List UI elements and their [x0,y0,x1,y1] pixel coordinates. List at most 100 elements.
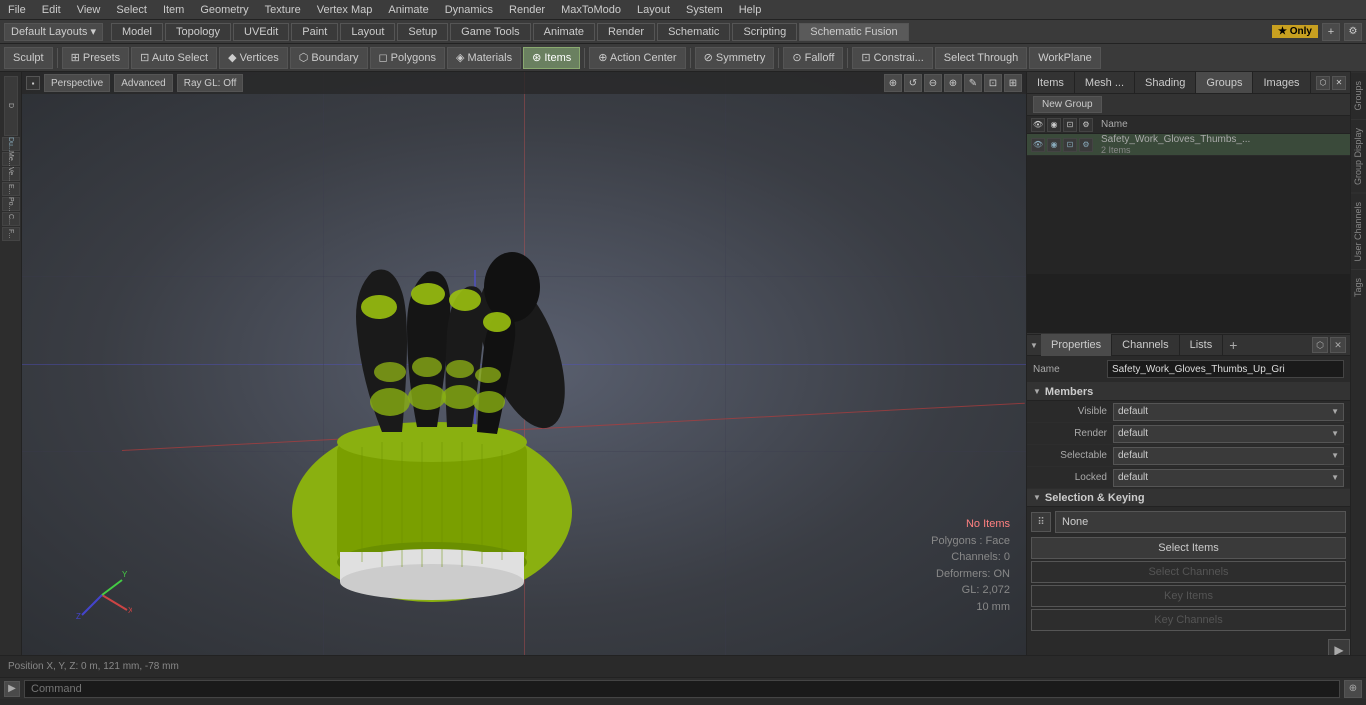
menu-system[interactable]: System [678,2,731,18]
expand-right-button[interactable]: ▶ [1328,639,1350,655]
members-section-header[interactable]: ▼ Members [1027,383,1350,401]
sculpt-button[interactable]: Sculpt [4,47,53,69]
menu-edit[interactable]: Edit [34,2,69,18]
items-button[interactable]: ⊛ Items [523,47,580,69]
menu-vertex-map[interactable]: Vertex Map [309,2,381,18]
menu-file[interactable]: File [0,2,34,18]
tab-scripting[interactable]: Scripting [732,23,797,41]
command-arrow-button[interactable]: ▶ [4,681,20,697]
materials-button[interactable]: ◈ Materials [447,47,521,69]
viewport-icon-5[interactable]: ✎ [964,74,982,92]
ray-gl-button[interactable]: Ray GL: Off [177,74,244,92]
key-items-button[interactable]: Key Items [1031,585,1346,607]
lock-col-icon[interactable]: ⊡ [1063,118,1077,132]
menu-maxtomodo[interactable]: MaxToModo [553,2,629,18]
tab-layout[interactable]: Layout [340,23,395,41]
vtab-user-channels[interactable]: User Channels [1351,193,1366,270]
vertices-button[interactable]: ◆ Vertices [219,47,288,69]
eye-col-icon[interactable]: 👁 [1031,118,1045,132]
menu-geometry[interactable]: Geometry [192,2,256,18]
vtab-groups[interactable]: Groups [1351,72,1366,119]
selection-keying-header[interactable]: ▼ Selection & Keying [1027,489,1350,507]
gtab-mesh[interactable]: Mesh ... [1075,72,1135,93]
ptab-channels[interactable]: Channels [1112,334,1179,356]
viewport-icon-6[interactable]: ⊡ [984,74,1002,92]
gtab-items[interactable]: Items [1027,72,1075,93]
select-channels-button[interactable]: Select Channels [1031,561,1346,583]
vtab-group-display[interactable]: Group Display [1351,119,1366,193]
keying-dots-icon[interactable]: ⠿ [1031,512,1051,532]
vtab-tags[interactable]: Tags [1351,269,1366,305]
name-input[interactable] [1107,360,1344,378]
falloff-button[interactable]: ⊙ Falloff [783,47,843,69]
tab-setup[interactable]: Setup [397,23,448,41]
tab-schematic[interactable]: Schematic [657,23,730,41]
viewport-icon-7[interactable]: ⊞ [1004,74,1022,92]
left-tool-2[interactable]: Du... [2,137,20,151]
panel-expand-button[interactable]: ⬡ [1316,76,1330,90]
action-center-button[interactable]: ⊕ Action Center [589,47,685,69]
menu-render[interactable]: Render [501,2,553,18]
new-group-button[interactable]: New Group [1033,96,1102,113]
gi-render-icon[interactable]: ◉ [1047,138,1061,152]
polygons-button[interactable]: ◻ Polygons [370,47,445,69]
constraints-button[interactable]: ⊡ Constrai... [852,47,932,69]
viewport-toggle[interactable]: ▪ [26,76,40,90]
key-channels-button[interactable]: Key Channels [1031,609,1346,631]
menu-layout[interactable]: Layout [629,2,678,18]
left-tool-1[interactable]: D [4,76,18,136]
panel-close-button[interactable]: ✕ [1332,76,1346,90]
menu-dynamics[interactable]: Dynamics [437,2,501,18]
menu-help[interactable]: Help [731,2,770,18]
layout-settings-button[interactable]: ⚙ [1344,23,1362,41]
left-tool-8[interactable]: F... [2,227,20,241]
viewport[interactable]: ▪ Perspective Advanced Ray GL: Off ⊕ ↺ ⊖… [22,72,1026,655]
menu-view[interactable]: View [69,2,109,18]
tab-model[interactable]: Model [111,23,163,41]
menu-texture[interactable]: Texture [257,2,309,18]
menu-animate[interactable]: Animate [380,2,436,18]
props-icon-1[interactable]: ⬡ [1312,337,1328,353]
add-layout-button[interactable]: + [1322,23,1340,41]
visible-dropdown[interactable]: default ▼ [1113,403,1344,421]
viewport-icon-3[interactable]: ⊖ [924,74,942,92]
selectable-dropdown[interactable]: default ▼ [1113,447,1344,465]
gtab-groups[interactable]: Groups [1196,72,1253,93]
gtab-images[interactable]: Images [1253,72,1310,93]
boundary-button[interactable]: ⬡ Boundary [290,47,368,69]
tab-uvedit[interactable]: UVEdit [233,23,289,41]
command-search-button[interactable]: ⊕ [1344,680,1362,698]
gtab-shading[interactable]: Shading [1135,72,1196,93]
presets-button[interactable]: ⊞ Presets [62,47,130,69]
menu-select[interactable]: Select [108,2,155,18]
props-icon-2[interactable]: ✕ [1330,337,1346,353]
viewport-icon-4[interactable]: ⊕ [944,74,962,92]
advanced-button[interactable]: Advanced [114,74,172,92]
tab-animate[interactable]: Animate [533,23,595,41]
gi-lock-icon[interactable]: ⊡ [1063,138,1077,152]
command-input[interactable] [24,680,1340,698]
left-tool-7[interactable]: C... [2,212,20,226]
tab-topology[interactable]: Topology [165,23,231,41]
locked-dropdown[interactable]: default ▼ [1113,469,1344,487]
ptab-lists[interactable]: Lists [1180,334,1224,356]
select-items-button[interactable]: Select Items [1031,537,1346,559]
workplane-button[interactable]: WorkPlane [1029,47,1101,69]
select-through-button[interactable]: Select Through [935,47,1027,69]
tab-paint[interactable]: Paint [291,23,338,41]
viewport-icon-2[interactable]: ↺ [904,74,922,92]
symmetry-button[interactable]: ⊘ Symmetry [695,47,775,69]
props-collapse-icon[interactable]: ▼ [1027,334,1041,356]
left-tool-5[interactable]: E... [2,182,20,196]
left-tool-4[interactable]: Ve... [2,167,20,181]
perspective-button[interactable]: Perspective [44,74,110,92]
left-tool-6[interactable]: Po... [2,197,20,211]
left-tool-3[interactable]: Me... [2,152,20,166]
star-badge[interactable]: ★ Only [1272,25,1318,38]
render-col-icon[interactable]: ◉ [1047,118,1061,132]
gi-gear-icon[interactable]: ⚙ [1079,138,1093,152]
gi-eye-icon[interactable]: 👁 [1031,138,1045,152]
menu-item[interactable]: Item [155,2,192,18]
viewport-icon-1[interactable]: ⊕ [884,74,902,92]
auto-select-button[interactable]: ⊡ Auto Select [131,47,217,69]
